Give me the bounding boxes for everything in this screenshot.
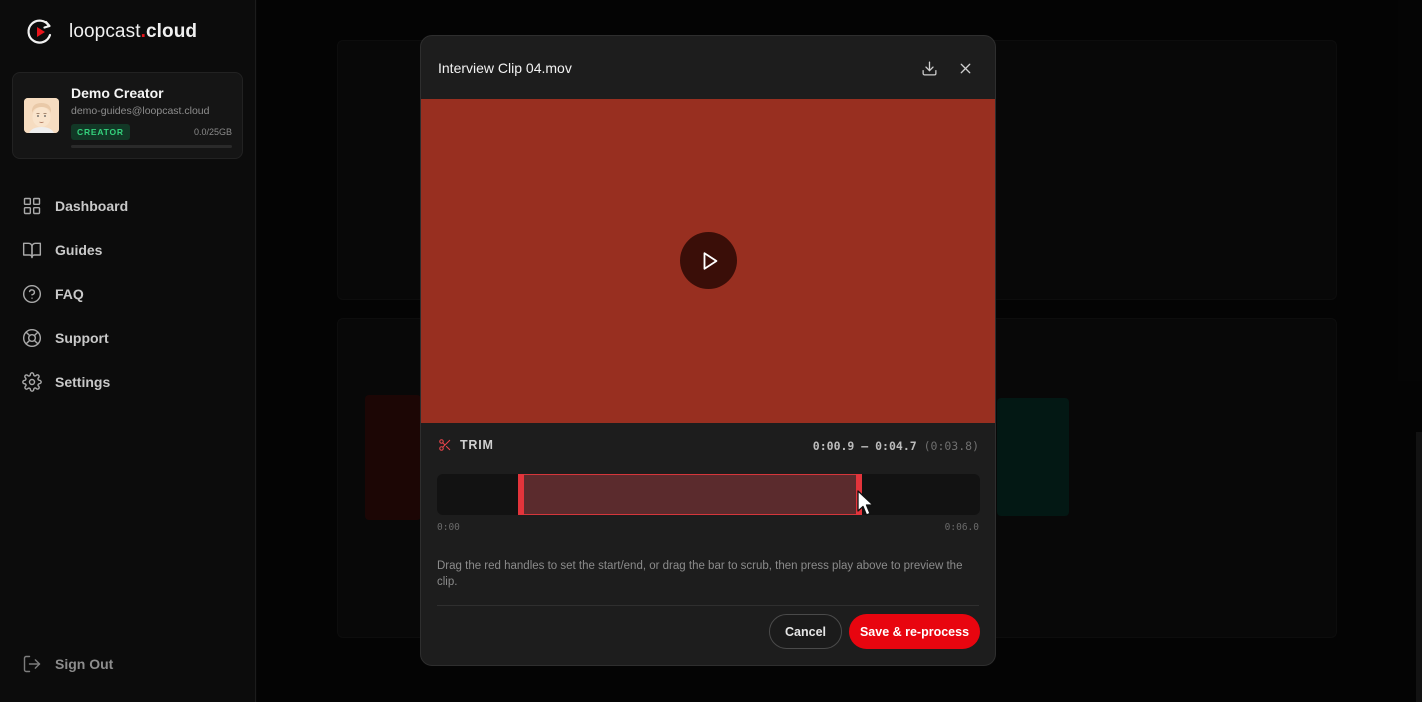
sign-out-icon [23,655,41,673]
sidebar-item-label: Dashboard [55,198,129,214]
role-badge: CREATOR [71,124,130,140]
download-icon [921,60,937,76]
loop-play-icon [27,19,52,44]
help-circle-icon [22,284,42,304]
video-preview[interactable] [421,99,995,423]
trim-label: TRIM [460,438,494,452]
sidebar-item-guides[interactable]: Guides [0,228,256,272]
sidebar: loopcast.cloud Demo Creator demo-guides@… [0,0,256,702]
trim-range-end: 0:04.7 [875,439,917,453]
trim-help-text: Drag the red handles to set the start/en… [437,560,963,588]
sidebar-item-label: FAQ [55,286,84,302]
sidebar-item-label: Guides [55,242,103,258]
close-icon [960,63,970,73]
timeline-end-label: 0:06.0 [944,522,979,533]
play-button[interactable] [680,232,737,289]
lifebuoy-icon [22,328,42,348]
trim-end-handle[interactable] [856,474,862,515]
sidebar-item-support[interactable]: Support [0,316,256,360]
play-icon [703,251,718,270]
profile-name: Demo Creator [71,85,164,101]
sign-out-label: Sign Out [55,656,114,672]
storage-bar [71,145,232,148]
storage-usage: 0.0/25GB [193,127,232,137]
download-button[interactable] [918,57,940,79]
trim-start-handle[interactable] [518,474,524,515]
gear-icon [22,372,42,392]
modal-title: Interview Clip 04.mov [438,60,572,76]
avatar-face-icon [24,98,59,133]
avatar [24,98,59,133]
trim-range-separator: – [854,439,876,453]
sidebar-item-label: Settings [55,374,111,390]
trim-selection-bar[interactable] [518,474,862,515]
trim-header: TRIM [438,438,494,452]
brand-tld: cloud [145,21,198,42]
trim-timeline[interactable] [437,474,980,515]
sidebar-item-label: Support [55,330,109,346]
sign-out-button[interactable]: Sign Out [22,654,113,674]
save-reprocess-button[interactable]: Save & re-process [849,614,980,649]
sidebar-nav: Dashboard Guides FAQ Support Settings [0,184,256,404]
trim-range-start: 0:00.9 [812,439,855,453]
sidebar-item-settings[interactable]: Settings [0,360,256,404]
brand-name-part: loopcast [69,21,141,42]
trim-modal: Interview Clip 04.mov TRIM 0:00.9 – 0:04… [420,35,996,666]
trim-duration: (0:03.8) [923,439,979,453]
sidebar-item-faq[interactable]: FAQ [0,272,256,316]
brand-logo[interactable]: loopcast.cloud [25,17,197,47]
grid-icon [23,197,41,215]
profile-card[interactable]: Demo Creator demo-guides@loopcast.cloud … [12,72,243,159]
scissors-icon [439,439,451,451]
timeline-start-label: 0:00 [437,522,460,533]
profile-email: demo-guides@loopcast.cloud [71,105,210,117]
close-button[interactable] [954,57,976,79]
book-icon [22,242,42,259]
scrollbar[interactable] [1416,432,1422,702]
sidebar-item-dashboard[interactable]: Dashboard [0,184,256,228]
cancel-button[interactable]: Cancel [769,614,842,649]
brand-name: loopcast.cloud [69,21,197,43]
trim-range-readout: 0:00.9 – 0:04.7 (0:03.8) [813,439,979,453]
footer-divider [437,605,979,606]
